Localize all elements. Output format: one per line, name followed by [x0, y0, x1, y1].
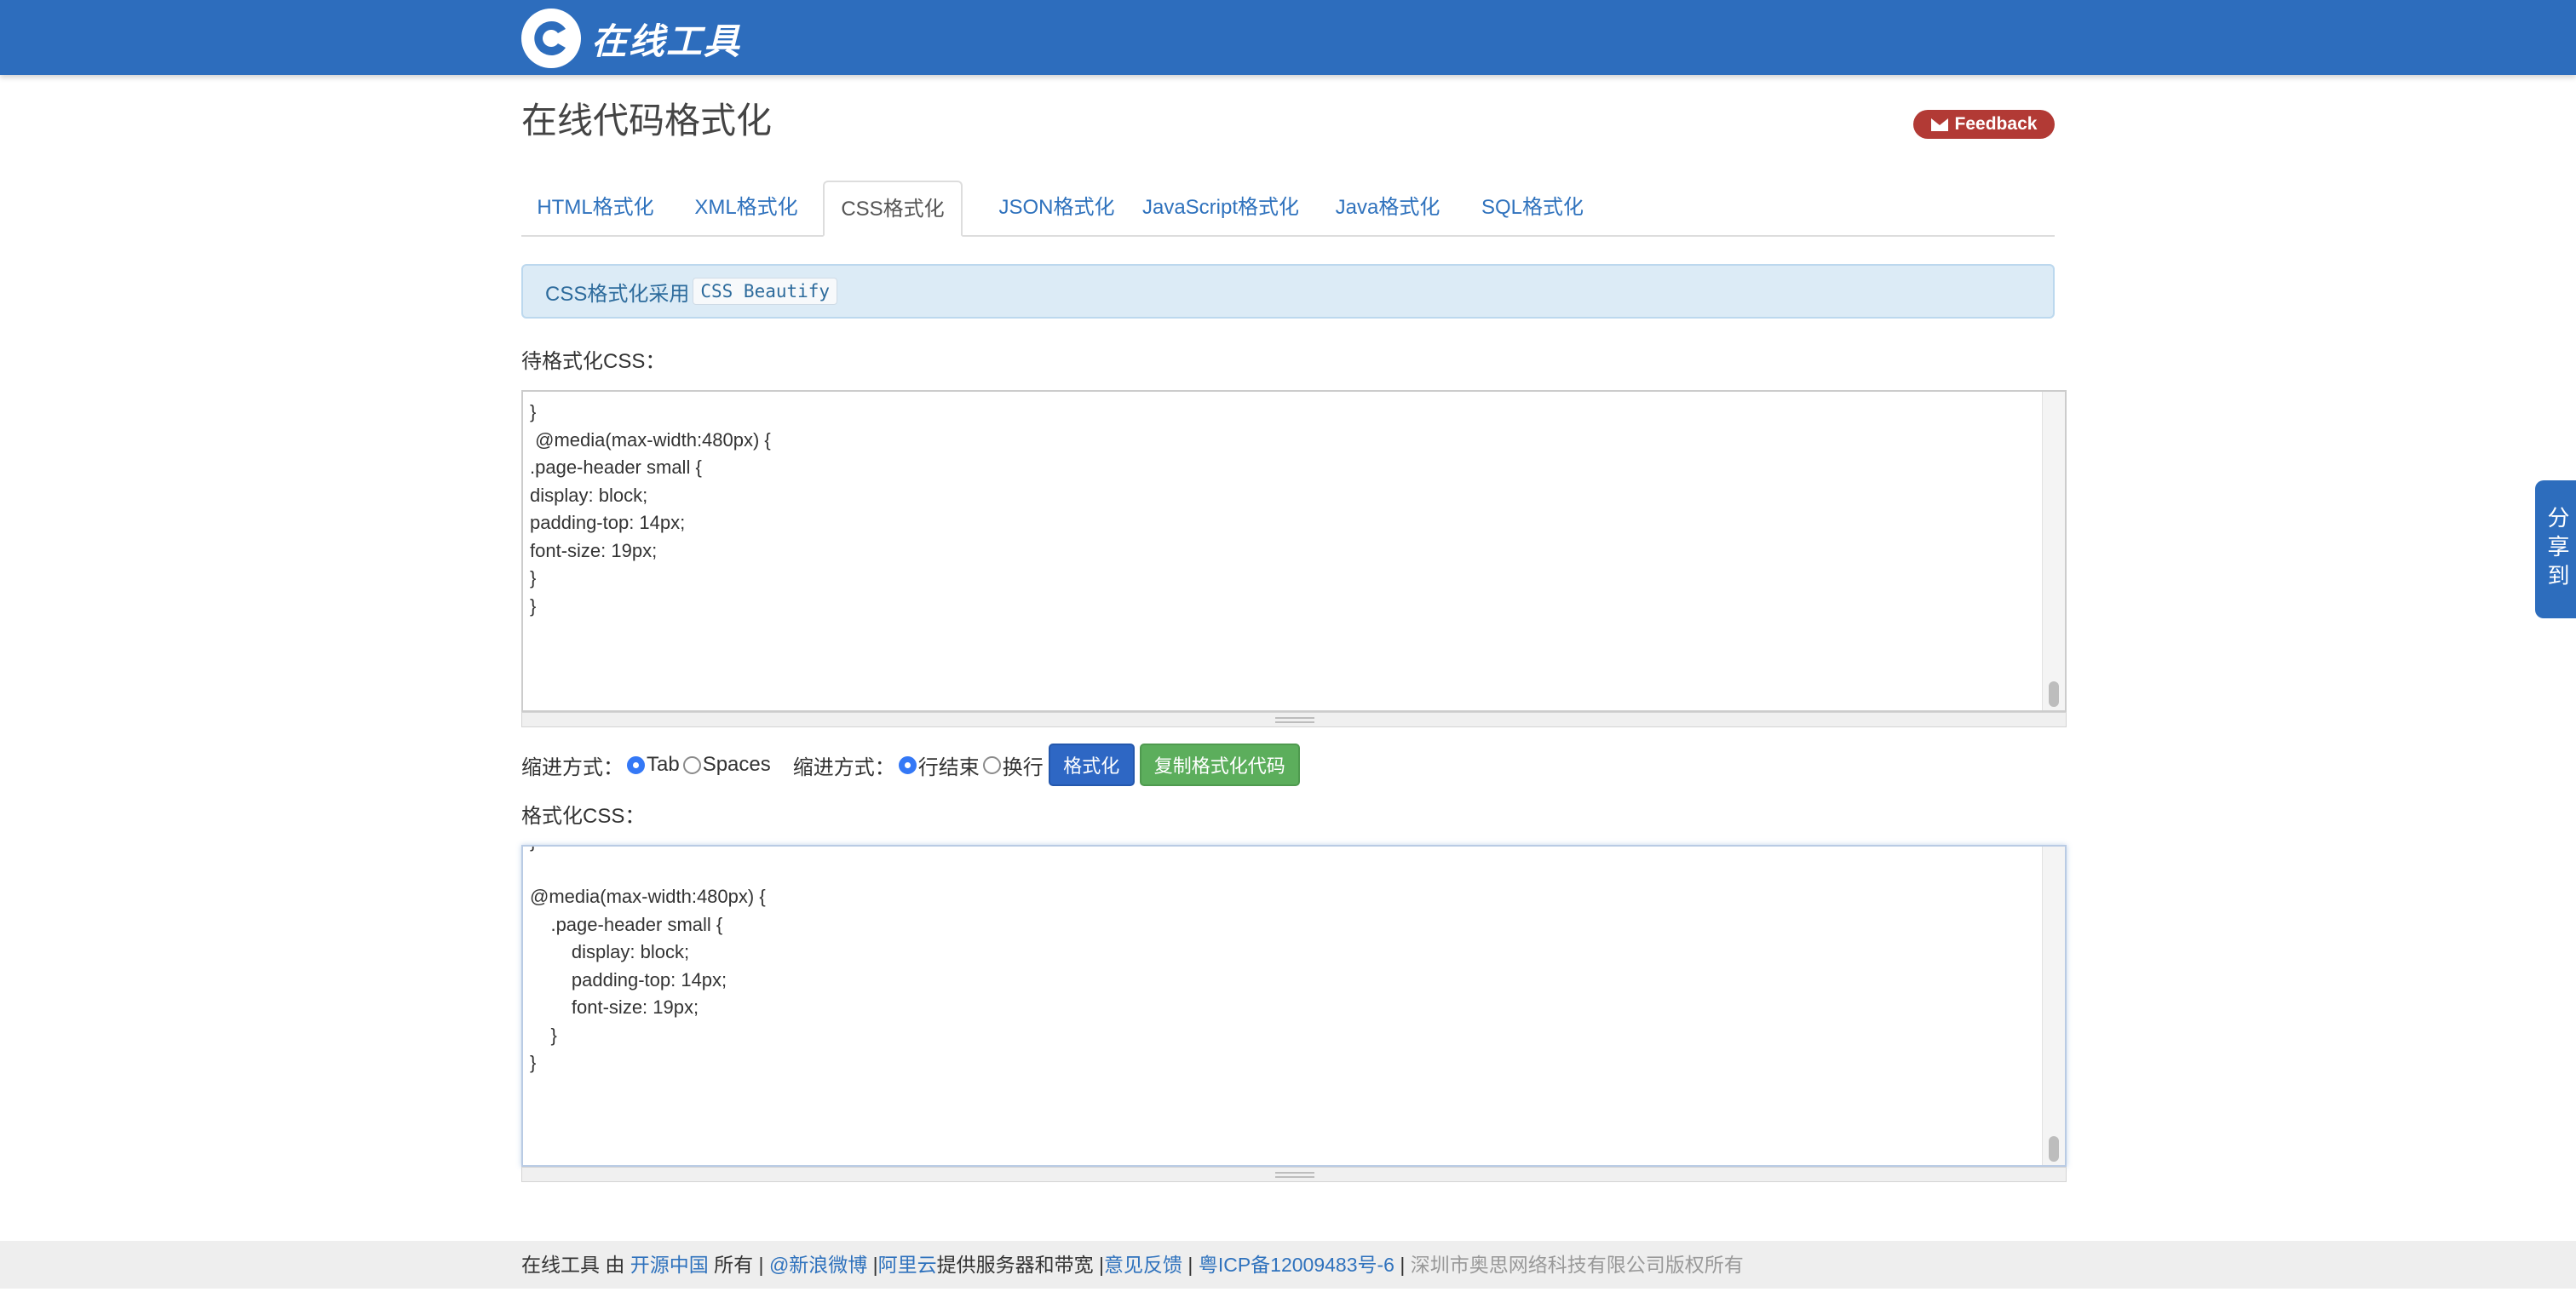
- tab-xml[interactable]: XML格式化: [670, 181, 823, 235]
- footer-text-part: |: [867, 1254, 878, 1276]
- logo-c-icon: [521, 9, 581, 68]
- envelope-icon: [1930, 118, 1948, 131]
- share-sidebar-button[interactable]: 分享到: [2535, 480, 2576, 618]
- page-title: 在线代码格式化: [521, 100, 773, 141]
- output-code: } @media(max-width:480px) { .page-header…: [530, 847, 766, 1073]
- footer-text-part: 在线工具 由: [521, 1254, 630, 1276]
- output-resize-handle[interactable]: [521, 1167, 2067, 1182]
- resize-grip-icon: [1275, 717, 1314, 723]
- tab-sql[interactable]: SQL格式化: [1463, 181, 1601, 235]
- radio-newline-label[interactable]: 换行: [1003, 750, 1044, 780]
- footer-text-part: |: [1394, 1254, 1411, 1276]
- copy-formatted-button[interactable]: 复制格式化代码: [1139, 744, 1300, 786]
- info-alert: CSS格式化采用 CSS Beautify: [521, 264, 2055, 319]
- site-logo[interactable]: 在线工具: [521, 9, 741, 68]
- radio-newline[interactable]: [982, 755, 1001, 774]
- format-button[interactable]: 格式化: [1048, 744, 1135, 786]
- tab-java[interactable]: Java格式化: [1312, 181, 1463, 235]
- radio-tab[interactable]: [627, 755, 645, 774]
- feedback-button[interactable]: Feedback: [1913, 110, 2055, 139]
- footer-link-aliyun[interactable]: 阿里云: [878, 1254, 937, 1276]
- tab-javascript[interactable]: JavaScript格式化: [1130, 181, 1312, 235]
- input-editor[interactable]: } @media(max-width:480px) { .page-header…: [521, 390, 2067, 712]
- output-label: 格式化CSS：: [521, 805, 646, 828]
- footer-text: 在线工具 由 开源中国 所有 | @新浪微博 |阿里云提供服务器和带宽 |意见反…: [521, 1241, 1744, 1289]
- radio-spaces-label[interactable]: Spaces: [703, 753, 771, 777]
- format-controls: 缩进方式： Tab Spaces 缩进方式： 行结束 换行 格式化 复制格式化代…: [521, 743, 1300, 787]
- top-navbar: 在线工具: [0, 0, 2576, 75]
- footer-link-oschina[interactable]: 开源中国: [630, 1254, 709, 1276]
- output-scrollbar[interactable]: [2042, 847, 2065, 1165]
- output-editor[interactable]: } @media(max-width:480px) { .page-header…: [521, 845, 2067, 1167]
- footer-link-icp[interactable]: 粤ICP备12009483号-6: [1199, 1254, 1394, 1276]
- footer: 在线工具 由 开源中国 所有 | @新浪微博 |阿里云提供服务器和带宽 |意见反…: [0, 1241, 2576, 1289]
- resize-grip-icon: [1275, 1172, 1314, 1178]
- tab-html[interactable]: HTML格式化: [521, 181, 670, 235]
- footer-text-part: |: [1182, 1254, 1199, 1276]
- brace-label: 缩进方式：: [792, 755, 895, 779]
- logo-text: 在线工具: [591, 20, 742, 62]
- footer-text-part: 所有 |: [708, 1254, 769, 1276]
- radio-end-of-line[interactable]: [898, 755, 917, 774]
- radio-tab-label[interactable]: Tab: [647, 753, 680, 777]
- input-resize-handle[interactable]: [521, 712, 2067, 727]
- tab-css[interactable]: CSS格式化: [823, 181, 963, 237]
- info-prefix: CSS格式化采用: [545, 282, 690, 306]
- feedback-label: Feedback: [1954, 114, 2038, 134]
- input-scroll-thumb[interactable]: [2049, 681, 2059, 707]
- output-scroll-thumb[interactable]: [2049, 1136, 2059, 1162]
- input-scrollbar[interactable]: [2042, 392, 2065, 710]
- footer-link-weibo[interactable]: @新浪微博: [769, 1254, 867, 1276]
- indent-label: 缩进方式：: [521, 755, 624, 779]
- input-code: } @media(max-width:480px) { .page-header…: [530, 401, 771, 617]
- tab-json[interactable]: JSON格式化: [984, 181, 1130, 235]
- footer-copyright: 深圳市奥思网络科技有限公司版权所有: [1410, 1254, 1744, 1276]
- format-tabs: HTML格式化 XML格式化 CSS格式化 JSON格式化 JavaScript格式化 J…: [521, 181, 2055, 237]
- radio-spaces[interactable]: [682, 755, 701, 774]
- radio-end-of-line-label[interactable]: 行结束: [918, 750, 980, 780]
- footer-link-feedback[interactable]: 意见反馈: [1104, 1254, 1182, 1276]
- library-name: CSS Beautify: [693, 278, 838, 305]
- footer-text-part: 提供服务器和带宽 |: [936, 1254, 1105, 1276]
- input-label: 待格式化CSS：: [521, 350, 666, 373]
